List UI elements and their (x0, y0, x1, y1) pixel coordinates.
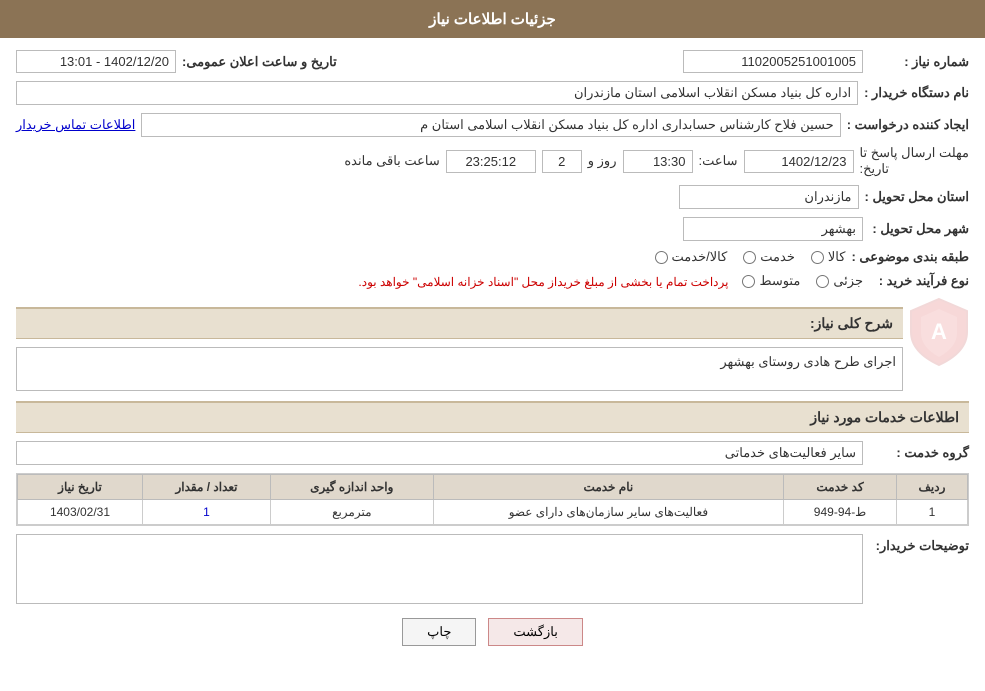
shield-watermark-icon: A (909, 297, 969, 367)
table-row: 1 ط-94-949 فعالیت‌های سایر سازمان‌های دا… (18, 500, 968, 525)
province-label: استان محل تحویل : (865, 189, 970, 205)
need-description-section-title: شرح کلی نیاز: (16, 307, 903, 339)
deadline-row: مهلت ارسال پاسخ تا تاریخ: 1402/12/23 ساع… (16, 145, 969, 177)
col-service-name: نام خدمت (433, 475, 784, 500)
deadline-time: 13:30 (623, 150, 693, 173)
category-row: طبقه بندی موضوعی : کالا/خدمت خدمت کالا (16, 249, 969, 265)
category-kala-label: کالا (828, 249, 846, 265)
col-unit: واحد اندازه گیری (271, 475, 433, 500)
col-row-num: ردیف (896, 475, 967, 500)
category-kala-radio[interactable] (811, 251, 824, 264)
buyer-org-label: نام دستگاه خریدار : (864, 85, 969, 101)
need-number-row: شماره نیاز : 1102005251001005 تاریخ و سا… (16, 50, 969, 73)
service-group-row: گروه خدمت : سایر فعالیت‌های خدماتی (16, 441, 969, 465)
category-kala: کالا (811, 249, 846, 265)
page-header: جزئیات اطلاعات نیاز (0, 0, 985, 38)
creator-value: حسین فلاح کارشناس حسابداری اداره کل بنیا… (141, 113, 840, 137)
purchase-type-mottavaset-radio[interactable] (742, 275, 755, 288)
deadline-label1: مهلت ارسال پاسخ تا (860, 145, 970, 161)
creator-row: ایجاد کننده درخواست : حسین فلاح کارشناس … (16, 113, 969, 137)
purchase-type-jozei-label: جزئی (833, 273, 863, 289)
creator-contact-link[interactable]: اطلاعات تماس خریدار (16, 117, 135, 133)
category-khedmat-label: خدمت (760, 249, 795, 265)
need-number-value: 1102005251001005 (683, 50, 863, 73)
purchase-type-row: نوع فرآیند خرید : متوسط جزئی پرداخت تمام… (16, 273, 969, 289)
col-date: تاریخ نیاز (18, 475, 143, 500)
services-table-container: ردیف کد خدمت نام خدمت واحد اندازه گیری ت… (16, 473, 969, 526)
service-group-value: سایر فعالیت‌های خدماتی (16, 441, 863, 465)
page-title: جزئیات اطلاعات نیاز (429, 11, 556, 28)
services-table: ردیف کد خدمت نام خدمت واحد اندازه گیری ت… (17, 474, 968, 525)
category-kala-khedmat: کالا/خدمت (655, 249, 728, 265)
need-description-value: اجرای طرح هادی روستای بهشهر (16, 347, 903, 391)
content-area: شماره نیاز : 1102005251001005 تاریخ و سا… (0, 38, 985, 666)
cell-date: 1403/02/31 (18, 500, 143, 525)
purchase-type-jozei: جزئی (816, 273, 863, 289)
deadline-days: 2 (542, 150, 582, 173)
purchase-type-radio-group: متوسط جزئی (742, 273, 863, 289)
cell-unit: مترمربع (271, 500, 433, 525)
purchase-type-jozei-radio[interactable] (816, 275, 829, 288)
cell-quantity: 1 (142, 500, 270, 525)
purchase-type-mottavaset: متوسط (742, 273, 800, 289)
deadline-days-label: روز و (588, 153, 617, 169)
deadline-remaining-label: ساعت باقی مانده (344, 153, 439, 169)
category-label: طبقه بندی موضوعی : (851, 249, 969, 265)
buyer-notes-textarea[interactable] (16, 534, 863, 604)
buyer-notes-label: توضیحات خریدار: (869, 534, 969, 554)
need-number-label: شماره نیاز : (869, 54, 969, 70)
category-khedmat-radio[interactable] (743, 251, 756, 264)
province-row: استان محل تحویل : مازندران (16, 185, 969, 209)
province-value: مازندران (679, 185, 859, 209)
buyer-org-row: نام دستگاه خریدار : اداره کل بنیاد مسکن … (16, 81, 969, 105)
purchase-type-mottavaset-label: متوسط (759, 273, 800, 289)
announcement-date-value: 1402/12/20 - 13:01 (16, 50, 176, 73)
page-wrapper: جزئیات اطلاعات نیاز شماره نیاز : 1102005… (0, 0, 985, 691)
city-label: شهر محل تحویل : (869, 221, 969, 237)
back-button[interactable]: بازگشت (488, 618, 582, 646)
need-description-content: شرح کلی نیاز: اجرای طرح هادی روستای بهشه… (16, 297, 903, 391)
cell-row-num: 1 (896, 500, 967, 525)
buttons-row: بازگشت چاپ (16, 618, 969, 646)
buyer-org-value: اداره کل بنیاد مسکن انقلاب اسلامی استان … (16, 81, 858, 105)
cell-service-code: ط-94-949 (784, 500, 897, 525)
creator-label: ایجاد کننده درخواست : (847, 117, 969, 133)
services-section-title: اطلاعات خدمات مورد نیاز (16, 401, 969, 433)
print-button[interactable]: چاپ (402, 618, 476, 646)
service-group-label: گروه خدمت : (869, 445, 969, 461)
category-radio-group: کالا/خدمت خدمت کالا (655, 249, 846, 265)
announcement-date-label: تاریخ و ساعت اعلان عمومی: (182, 54, 337, 70)
svg-text:A: A (931, 319, 947, 344)
deadline-time-label: ساعت: (699, 153, 738, 169)
city-value: بهشهر (683, 217, 863, 241)
purchase-type-label: نوع فرآیند خرید : (869, 273, 969, 289)
col-quantity: تعداد / مقدار (142, 475, 270, 500)
deadline-label2: تاریخ: (860, 161, 889, 177)
deadline-time-remaining: 23:25:12 (446, 150, 536, 173)
need-description-block: A شرح کلی نیاز: اجرای طرح هادی روستای به… (16, 297, 969, 391)
deadline-label-group: مهلت ارسال پاسخ تا تاریخ: (860, 145, 970, 177)
city-row: شهر محل تحویل : بهشهر (16, 217, 969, 241)
deadline-date: 1402/12/23 (744, 150, 854, 173)
category-kala-khedmat-radio[interactable] (655, 251, 668, 264)
category-khedmat: خدمت (743, 249, 795, 265)
category-kala-khedmat-label: کالا/خدمت (672, 249, 728, 265)
cell-service-name: فعالیت‌های سایر سازمان‌های دارای عضو (433, 500, 784, 525)
col-service-code: کد خدمت (784, 475, 897, 500)
buyer-notes-row: توضیحات خریدار: (16, 534, 969, 604)
purchase-type-note: پرداخت تمام یا بخشی از مبلغ خریداز محل "… (358, 275, 728, 289)
